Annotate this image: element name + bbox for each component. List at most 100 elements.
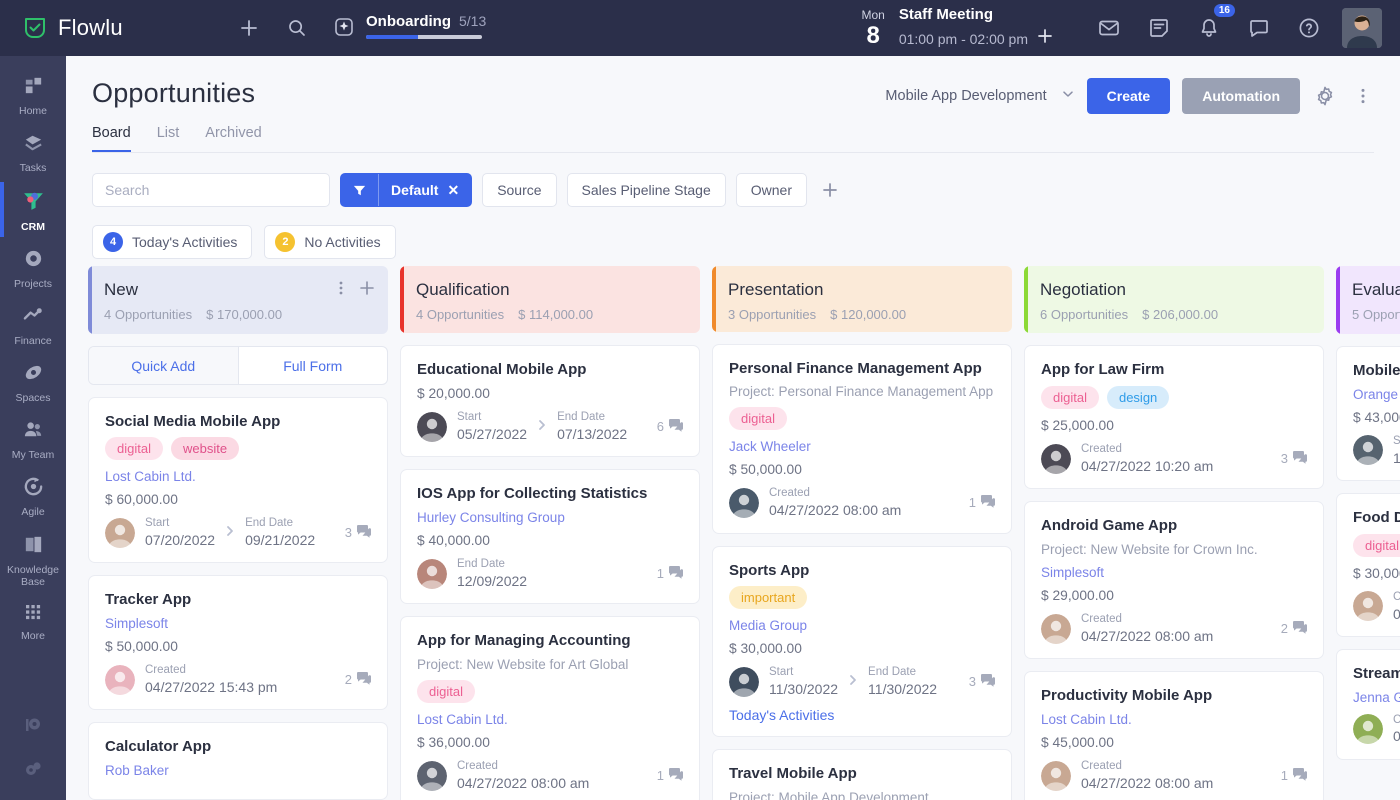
support-icon[interactable] — [21, 714, 45, 743]
sidebar-item-spaces[interactable]: Spaces — [0, 353, 66, 410]
card-link[interactable]: Simplesoft — [1041, 565, 1307, 580]
opportunity-card[interactable]: Streaming appJenna GroveCreated08/08/202… — [1336, 649, 1400, 760]
chat-icon[interactable] — [1242, 11, 1276, 45]
column-add-icon[interactable] — [358, 279, 376, 302]
opportunity-card[interactable]: Educational Mobile App$ 20,000.00Start05… — [400, 345, 700, 457]
comment-count[interactable]: 3 — [345, 525, 371, 541]
automation-button[interactable]: Automation — [1182, 78, 1300, 114]
todays-activities-label: Today's Activities — [132, 234, 237, 250]
more-options-icon[interactable] — [1350, 83, 1376, 109]
card-link[interactable]: Media Group — [729, 618, 995, 633]
card-tag[interactable]: design — [1107, 386, 1169, 409]
sidebar-item-home[interactable]: Home — [0, 66, 66, 123]
column-more-icon[interactable] — [334, 280, 348, 301]
card-tags: digital — [1353, 534, 1400, 557]
comment-count[interactable]: 1 — [969, 495, 995, 511]
opportunity-card[interactable]: Sports AppimportantMedia Group$ 30,000.0… — [712, 546, 1012, 738]
opportunity-card[interactable]: Personal Finance Management AppProject: … — [712, 344, 1012, 534]
tab-list[interactable]: List — [157, 125, 180, 152]
search-input[interactable] — [92, 173, 330, 207]
sidebar-item-crm[interactable]: CRM — [0, 180, 66, 239]
column-header: Evaluation5 Opportunities — [1336, 266, 1400, 334]
remove-filter-icon[interactable]: ✕ — [447, 182, 459, 199]
create-button[interactable]: Create — [1087, 78, 1171, 114]
sidebar-item-knowledge-base[interactable]: Knowledge Base — [0, 525, 66, 594]
onboarding-widget[interactable]: Onboarding 5/13 — [332, 13, 486, 44]
opportunity-card[interactable]: Travel Mobile AppProject: Mobile App Dev… — [712, 749, 1012, 800]
opportunity-card[interactable]: Tracker AppSimplesoft$ 50,000.00Created0… — [88, 575, 388, 710]
settings-gear-icon[interactable] — [21, 757, 45, 786]
notes-icon[interactable] — [1142, 11, 1176, 45]
default-filter-chip[interactable]: Default ✕ — [340, 173, 472, 207]
sidebar-label: Spaces — [15, 392, 50, 404]
todays-activities-chip[interactable]: 4 Today's Activities — [92, 225, 252, 259]
opportunity-card[interactable]: IOS App for Collecting StatisticsHurley … — [400, 469, 700, 604]
sidebar-item-my-team[interactable]: My Team — [0, 410, 66, 467]
opportunity-card[interactable]: Calculator AppRob Baker — [88, 722, 388, 800]
comment-count[interactable]: 1 — [657, 768, 683, 784]
opportunity-card[interactable]: Social Media Mobile AppdigitalwebsiteLos… — [88, 397, 388, 564]
quick-add-button[interactable]: Quick Add — [89, 347, 239, 384]
sidebar-item-tasks[interactable]: Tasks — [0, 123, 66, 180]
card-tag[interactable]: digital — [417, 680, 475, 703]
card-link[interactable]: Lost Cabin Ltd. — [417, 712, 683, 727]
card-link[interactable]: Lost Cabin Ltd. — [105, 469, 371, 484]
comment-count[interactable]: 6 — [657, 419, 683, 435]
add-icon[interactable] — [232, 11, 266, 45]
team-icon — [22, 418, 45, 446]
opportunity-card[interactable]: Mobile AppOrange Tales$ 43,000.00Start10… — [1336, 346, 1400, 481]
filter-sales-pipeline-stage-button[interactable]: Sales Pipeline Stage — [567, 173, 726, 207]
card-tag[interactable]: digital — [729, 407, 787, 430]
opportunity-card[interactable]: Android Game AppProject: New Website for… — [1024, 501, 1324, 659]
card-tag[interactable]: important — [729, 586, 807, 609]
card-link[interactable]: Rob Baker — [105, 763, 371, 778]
comment-count[interactable]: 2 — [1281, 621, 1307, 637]
user-avatar[interactable] — [1342, 8, 1382, 48]
opportunity-card[interactable]: App for Law Firmdigitaldesign$ 25,000.00… — [1024, 345, 1324, 489]
opportunity-card[interactable]: Productivity Mobile AppLost Cabin Ltd.$ … — [1024, 671, 1324, 800]
comment-count[interactable]: 3 — [1281, 451, 1307, 467]
filter-owner-button[interactable]: Owner — [736, 173, 807, 207]
todays-activities-link[interactable]: Today's Activities — [729, 707, 995, 723]
comment-count[interactable]: 3 — [969, 674, 995, 690]
full-form-button[interactable]: Full Form — [239, 347, 388, 384]
card-tag[interactable]: digital — [1353, 534, 1400, 557]
card-tag[interactable]: website — [171, 437, 239, 460]
opportunity-card[interactable]: Food Deliverydigital$ 30,000.00Created04… — [1336, 493, 1400, 637]
filter-source-button[interactable]: Source — [482, 173, 556, 207]
mail-icon[interactable] — [1092, 11, 1126, 45]
brand[interactable]: Flowlu — [0, 15, 232, 41]
help-icon[interactable] — [1292, 11, 1326, 45]
settings-gear-icon[interactable] — [1312, 83, 1338, 109]
card-link[interactable]: Jenna Grove — [1353, 690, 1400, 705]
search-icon[interactable] — [280, 11, 314, 45]
sidebar-item-finance[interactable]: Finance — [0, 296, 66, 353]
sidebar-item-more[interactable]: More — [0, 594, 66, 648]
no-activities-count: 2 — [275, 232, 295, 252]
opportunity-card[interactable]: App for Managing AccountingProject: New … — [400, 616, 700, 800]
card-tag[interactable]: digital — [1041, 386, 1099, 409]
pipeline-selector[interactable]: Mobile App Development — [885, 87, 1074, 105]
comment-count[interactable]: 1 — [1281, 768, 1307, 784]
kanban-board: New4 Opportunities$ 170,000.00Quick AddF… — [66, 266, 1400, 800]
comment-count[interactable]: 2 — [345, 672, 371, 688]
card-link[interactable]: Simplesoft — [105, 616, 371, 631]
card-tag[interactable]: digital — [105, 437, 163, 460]
notifications-icon[interactable]: 16 — [1192, 11, 1226, 45]
card-link[interactable]: Lost Cabin Ltd. — [1041, 712, 1307, 727]
card-link[interactable]: Jack Wheeler — [729, 439, 995, 454]
tab-board[interactable]: Board — [92, 125, 131, 152]
comment-count[interactable]: 1 — [657, 566, 683, 582]
add-filter-icon[interactable] — [817, 177, 843, 203]
add-meeting-icon[interactable] — [1036, 27, 1054, 50]
no-activities-chip[interactable]: 2 No Activities — [264, 225, 395, 259]
card-link[interactable]: Orange Tales — [1353, 387, 1400, 402]
column-header: Negotiation6 Opportunities$ 206,000.00 — [1024, 266, 1324, 333]
card-link[interactable]: Hurley Consulting Group — [417, 510, 683, 525]
sidebar-item-agile[interactable]: Agile — [0, 467, 66, 524]
tasks-icon — [22, 131, 45, 159]
card-footer: Start11/30/2022End Date11/30/20223 — [729, 665, 995, 698]
meeting-widget[interactable]: Mon 8 Staff Meeting 01:00 pm - 02:00 pm — [861, 6, 1054, 50]
sidebar-item-projects[interactable]: Projects — [0, 239, 66, 296]
tab-archived[interactable]: Archived — [205, 125, 261, 152]
